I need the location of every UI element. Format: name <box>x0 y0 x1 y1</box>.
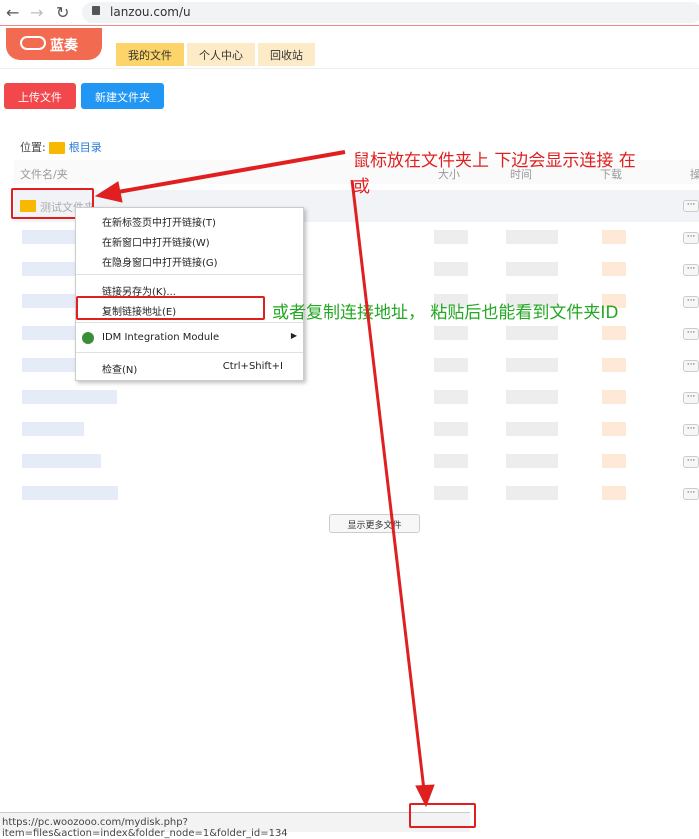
arrowhead <box>415 784 435 808</box>
arrow-to-folder <box>111 150 346 195</box>
arrow-to-status <box>350 179 426 791</box>
arrowhead <box>94 181 123 203</box>
annotation-arrows <box>94 150 435 808</box>
